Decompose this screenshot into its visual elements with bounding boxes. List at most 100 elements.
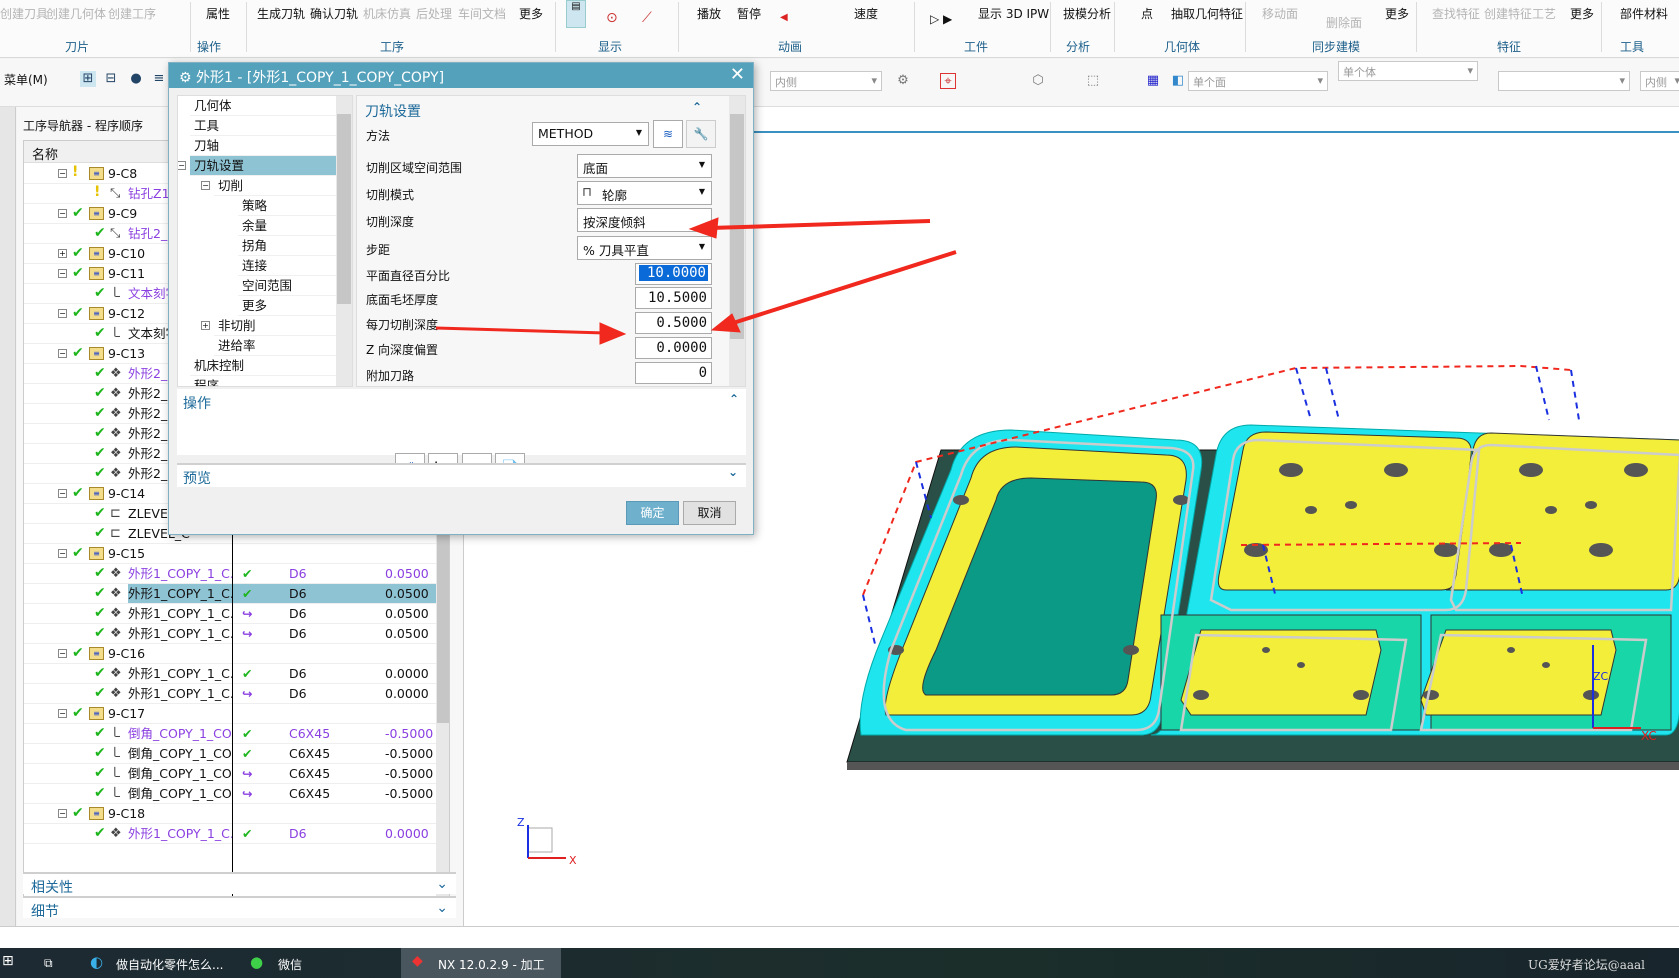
- collapse-icon[interactable]: −: [58, 269, 67, 278]
- taskbar-item-browser[interactable]: 做自动化零件怎么...: [116, 956, 223, 973]
- create-method-icon[interactable]: ≋: [653, 120, 683, 148]
- operation-row[interactable]: ✔ ❖ 外形1_COPY_1_C... ↪ D6 0.0000: [24, 684, 436, 704]
- filter-dropdown-inside[interactable]: 内侧: [770, 71, 882, 91]
- line-icon[interactable]: ⟋: [642, 10, 652, 26]
- body-rule-dropdown[interactable]: 单个体: [1338, 61, 1478, 81]
- task-view-icon[interactable]: ⧉: [44, 956, 53, 971]
- expand-icon[interactable]: +: [201, 321, 210, 330]
- collapse-icon[interactable]: ⌃: [729, 392, 739, 406]
- part-material-button[interactable]: 部件材料: [1620, 5, 1668, 22]
- section-dependencies[interactable]: 相关性 ⌄: [23, 872, 456, 896]
- depth-per-cut-input[interactable]: 0.5000: [635, 312, 712, 334]
- collapse-icon[interactable]: −: [201, 181, 210, 190]
- operation-row[interactable]: ✔ ㇄倒角_COPY_1_CO... ✔ C6X45 -0.5000: [24, 724, 436, 744]
- percent-input[interactable]: 10.0000: [635, 263, 712, 285]
- more-button-3[interactable]: 更多: [1570, 5, 1594, 22]
- collapse-icon[interactable]: −: [178, 161, 186, 170]
- workpiece-icon[interactable]: ▷ ▶: [930, 12, 952, 26]
- generate-toolpath-button[interactable]: 生成刀轨: [257, 5, 305, 22]
- windows-start-icon[interactable]: ⊞: [2, 953, 14, 969]
- postprocess-button[interactable]: 后处理: [416, 5, 452, 22]
- filter-dropdown-inside-2[interactable]: 内侧: [1640, 71, 1679, 91]
- operation-row[interactable]: ✔ ㇄倒角_COPY_1_CO... ✔ C6X45 -0.5000: [24, 744, 436, 764]
- machine-sim-button[interactable]: 机床仿真: [363, 5, 411, 22]
- find-feature-button[interactable]: 查找特征: [1432, 5, 1480, 22]
- collapse-icon[interactable]: −: [58, 549, 67, 558]
- collapse-icon[interactable]: −: [58, 709, 67, 718]
- dialog-tree-item[interactable]: − 切削: [201, 176, 352, 196]
- collapse-icon[interactable]: ⌃: [692, 100, 702, 114]
- program-group-row[interactable]: − ✔ ≡ 9-C18: [24, 804, 436, 824]
- play-button[interactable]: 播放: [697, 5, 721, 22]
- dialog-tree-item[interactable]: 工具: [190, 116, 340, 136]
- face-rule-dropdown[interactable]: 单个面: [1188, 71, 1328, 91]
- collapse-icon[interactable]: −: [58, 649, 67, 658]
- snap-icon[interactable]: ⚙: [895, 73, 911, 89]
- dialog-tree-item[interactable]: − 刀轨设置: [178, 156, 340, 176]
- cancel-button[interactable]: 取消: [683, 501, 736, 525]
- create-tool-button[interactable]: 创建刀具: [0, 5, 48, 22]
- operation-row[interactable]: ✔ ❖ 外形1_COPY_1_C... ↪ D6 0.0500: [24, 624, 436, 644]
- section-details[interactable]: 细节 ⌄: [23, 896, 456, 920]
- program-order-view-icon[interactable]: ⊞: [80, 71, 96, 87]
- machine-tool-view-icon[interactable]: ⊟: [103, 71, 119, 87]
- delete-face-button[interactable]: 删除面: [1326, 14, 1362, 31]
- create-feature-process-button[interactable]: 创建特征工艺: [1484, 5, 1556, 22]
- speed-control[interactable]: 速度: [854, 5, 878, 22]
- operation-row[interactable]: ✔ ㇄倒角_COPY_1_CO... ↪ C6X45 -0.5000: [24, 784, 436, 804]
- dialog-tree-item[interactable]: 刀轴: [190, 136, 340, 156]
- circle-point-icon[interactable]: ⊙: [606, 10, 618, 26]
- floor-stock-input[interactable]: 10.5000: [635, 287, 712, 309]
- expand-icon[interactable]: +: [58, 249, 67, 258]
- grid-icon[interactable]: ▦: [1145, 73, 1161, 89]
- shop-doc-button[interactable]: 车间文档: [458, 5, 506, 22]
- program-group-row[interactable]: − ✔ ≡ 9-C17: [24, 704, 436, 724]
- method-dropdown[interactable]: METHOD: [532, 122, 649, 146]
- dialog-tree-item[interactable]: 进给率: [214, 336, 352, 356]
- extra-passes-input[interactable]: 0: [635, 362, 712, 384]
- curve-rule-dropdown[interactable]: [1498, 71, 1630, 91]
- geometry-view-icon[interactable]: ●: [128, 71, 144, 87]
- method-view-icon[interactable]: ≡: [151, 71, 167, 87]
- stepover-dropdown[interactable]: % 刀具平直: [577, 236, 712, 260]
- point-button[interactable]: 点: [1141, 5, 1153, 22]
- operation-row[interactable]: ✔ ❖ 外形1_COPY_1_C... ✔ D6 0.0500: [24, 584, 441, 604]
- close-icon[interactable]: ✕: [730, 64, 745, 85]
- extract-geometry-button[interactable]: 抽取几何特征: [1171, 5, 1243, 22]
- operation-row[interactable]: ✔ ㇄倒角_COPY_1_CO... ↪ C6X45 -0.5000: [24, 764, 436, 784]
- z-offset-input[interactable]: 0.0000: [635, 337, 712, 359]
- collapse-icon[interactable]: −: [58, 209, 67, 218]
- dialog-tree-item[interactable]: 机床控制: [190, 356, 340, 376]
- create-operation-button[interactable]: 创建工序: [108, 5, 156, 22]
- collapse-icon[interactable]: −: [58, 349, 67, 358]
- collapse-icon[interactable]: −: [58, 309, 67, 318]
- dialog-title-bar[interactable]: ⚙ 外形1 - [外形1_COPY_1_COPY_COPY] ✕: [169, 63, 753, 88]
- cut-region-dropdown[interactable]: 底面: [577, 154, 712, 178]
- dialog-tree-item[interactable]: 程序: [190, 376, 340, 386]
- dialog-tree-item[interactable]: + 非切削: [201, 316, 352, 336]
- taskbar-item-nx[interactable]: NX 12.0.2.9 - 加工: [438, 956, 545, 973]
- tree-scrollbar[interactable]: [336, 96, 352, 386]
- preview-section[interactable]: 预览 ⌄: [177, 463, 746, 487]
- create-geometry-button[interactable]: 创建几何体: [46, 5, 106, 22]
- collapse-icon[interactable]: −: [58, 169, 67, 178]
- program-group-row[interactable]: − ✔ ≡ 9-C15: [24, 544, 436, 564]
- resource-bar[interactable]: [0, 107, 16, 926]
- more-button-2[interactable]: 更多: [1385, 5, 1409, 22]
- collapse-icon[interactable]: −: [58, 809, 67, 818]
- draft-analysis-button[interactable]: 拔模分析: [1063, 5, 1111, 22]
- cut-depth-field[interactable]: 按深度倾斜: [577, 208, 712, 232]
- operation-row[interactable]: ✔ ❖ 外形1_COPY_1_C... ✔ D6 0.0000: [24, 664, 436, 684]
- box-select-icon[interactable]: ⬚: [1085, 73, 1101, 89]
- display-toggle-icon[interactable]: ▤: [566, 0, 586, 28]
- dialog-tree-item[interactable]: 几何体: [190, 96, 340, 116]
- filter-icon[interactable]: ⌖: [940, 73, 956, 89]
- move-face-button[interactable]: 移动面: [1262, 5, 1298, 22]
- cube-icon[interactable]: ◧: [1170, 73, 1186, 89]
- cut-pattern-dropdown[interactable]: ⊓ 轮廓: [577, 181, 712, 205]
- verify-toolpath-button[interactable]: 确认刀轨: [310, 5, 358, 22]
- program-group-row[interactable]: − ✔ ≡ 9-C16: [24, 644, 436, 664]
- more-button[interactable]: 更多: [519, 5, 543, 22]
- operation-row[interactable]: ✔ ❖ 外形1_COPY_1_C... ✔ D6 0.0500: [24, 564, 436, 584]
- rewind-icon[interactable]: ◀: [780, 12, 788, 23]
